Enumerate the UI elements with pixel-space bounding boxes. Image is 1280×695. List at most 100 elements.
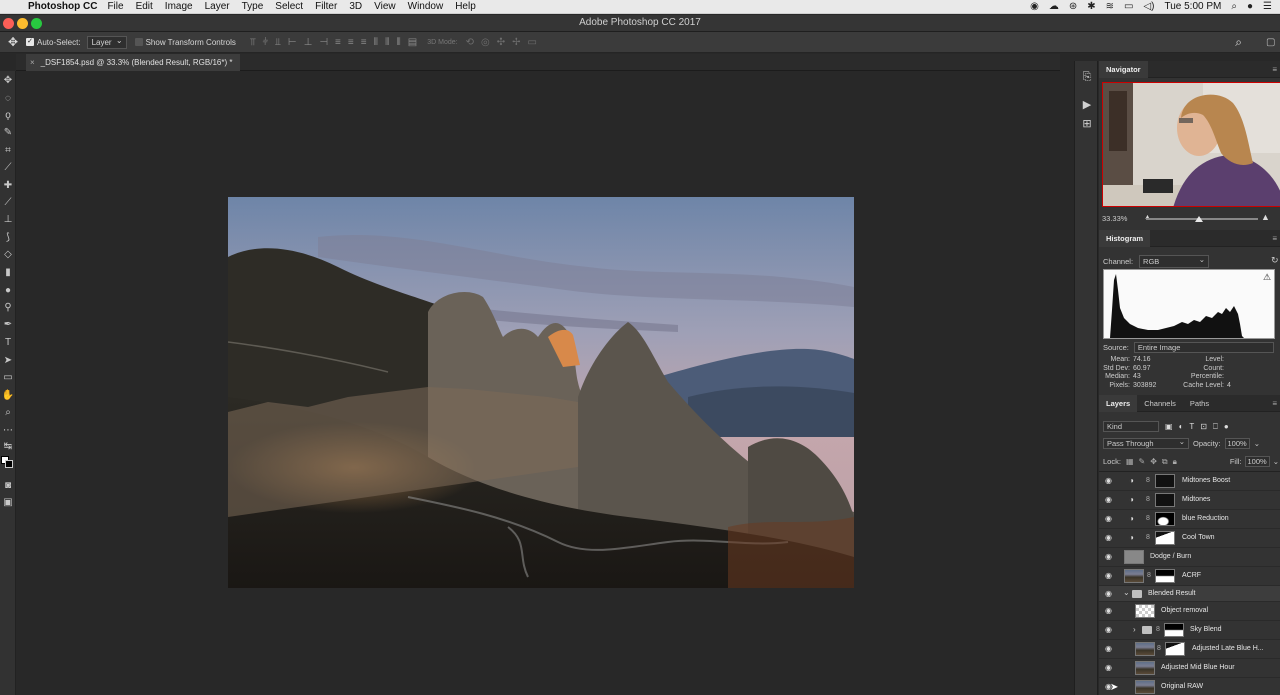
default-colors-icon[interactable]: ↹ [0, 441, 16, 453]
actions-play-icon[interactable]: ▶ [1075, 98, 1099, 111]
background-color-swatch[interactable] [5, 460, 13, 468]
tab-navigator[interactable]: Navigator [1099, 60, 1148, 78]
link-icon[interactable]: 8 [1157, 645, 1161, 652]
quick-mask-icon[interactable]: ◙ [0, 480, 16, 492]
auto-select-target-dropdown[interactable]: Layer [86, 35, 127, 49]
bluetooth-icon[interactable]: ✱ [1087, 1, 1095, 12]
creative-cloud-icon[interactable]: ⊛ [1069, 1, 1077, 12]
layer-row-original-raw[interactable]: ◉ Original RAW [1099, 678, 1280, 695]
visibility-eye-icon[interactable]: ◉ [1105, 606, 1112, 615]
align-vcenter-icon[interactable]: ⫩ [263, 37, 269, 48]
layer-thumbnail[interactable] [1124, 550, 1144, 564]
fill-field[interactable]: 100% [1244, 456, 1270, 467]
navigator-zoom-value[interactable]: 33.33% [1102, 214, 1136, 223]
source-dropdown[interactable]: Entire Image [1133, 342, 1274, 353]
crop-tool-icon[interactable]: ⌗ [0, 145, 16, 157]
navigator-preview[interactable] [1102, 82, 1280, 207]
user-avatar-icon[interactable]: ● [1247, 1, 1253, 12]
group-expanded-chevron-icon[interactable]: ⌄ [1123, 588, 1130, 597]
layer-row-acrf[interactable]: ◉ 8 ACRF [1099, 567, 1280, 586]
layer-row-dodge-burn[interactable]: ◉ Dodge / Burn [1099, 548, 1280, 567]
link-icon[interactable]: 8 [1146, 477, 1150, 484]
document-image[interactable] [228, 197, 854, 588]
visibility-eye-icon[interactable]: ◉ [1105, 552, 1112, 561]
wifi-icon[interactable]: ≋ [1106, 1, 1114, 12]
menu-3d[interactable]: 3D [349, 1, 362, 12]
visibility-eye-icon[interactable]: ◉ [1105, 625, 1112, 634]
channel-dropdown[interactable]: RGB [1139, 255, 1210, 268]
menu-edit[interactable]: Edit [136, 1, 153, 12]
edit-toolbar-icon[interactable]: ⋯ [0, 425, 16, 437]
quick-select-tool-icon[interactable]: ✎ [0, 127, 16, 139]
workspace-switcher-icon[interactable]: ▢ [1266, 37, 1280, 48]
lock-position-icon[interactable]: ✥ [1150, 457, 1157, 466]
tab-layers[interactable]: Layers [1099, 394, 1138, 412]
refresh-histogram-icon[interactable]: ↻ [1271, 255, 1279, 266]
rectangle-tool-icon[interactable]: ▭ [0, 372, 16, 384]
gradient-tool-icon[interactable]: ▮ [0, 267, 16, 279]
layer-mask-thumbnail[interactable] [1164, 623, 1184, 637]
menu-select[interactable]: Select [275, 1, 303, 12]
layer-group-blended-result[interactable]: ◉ ⌄ Blended Result [1099, 586, 1280, 602]
link-icon[interactable]: 8 [1146, 496, 1150, 503]
distribute-top-icon[interactable]: ≡ [335, 37, 341, 48]
filter-shape-icon[interactable]: ⊡ [1200, 422, 1207, 431]
lock-transparent-icon[interactable]: ▦ [1126, 457, 1134, 466]
layer-mask-thumbnail[interactable] [1155, 512, 1175, 526]
align-right-icon[interactable]: ⊣ [319, 37, 328, 48]
airplay-icon[interactable]: ▭ [1124, 1, 1133, 12]
panel-menu-icon[interactable]: ≡ [1272, 234, 1277, 243]
record-icon[interactable]: ◉ [1030, 1, 1039, 12]
move-tool-icon[interactable]: ✥ [0, 75, 16, 87]
tab-histogram[interactable]: Histogram [1099, 229, 1151, 247]
zoom-in-icon[interactable]: ▲ [1261, 212, 1270, 222]
clone-stamp-tool-icon[interactable]: ⊥ [0, 214, 16, 226]
link-icon[interactable]: 8 [1146, 534, 1150, 541]
layer-mask-thumbnail[interactable] [1165, 642, 1185, 656]
layer-mask-thumbnail[interactable] [1155, 569, 1175, 583]
layer-thumbnail[interactable] [1135, 604, 1155, 618]
screen-mode-icon[interactable]: ▣ [0, 497, 16, 509]
visibility-eye-icon[interactable]: ◉ [1105, 644, 1112, 653]
show-transform-controls-checkbox[interactable]: Show Transform Controls [134, 38, 236, 47]
3d-rotate-icon[interactable]: ⟲ [466, 37, 474, 48]
layer-mask-thumbnail[interactable] [1155, 493, 1175, 507]
align-bottom-icon[interactable]: ⫫ [275, 37, 281, 48]
notification-center-icon[interactable]: ☰ [1263, 1, 1272, 12]
path-selection-tool-icon[interactable]: ➤ [0, 355, 16, 367]
cloud-icon[interactable]: ☁ [1049, 1, 1059, 12]
filter-smart-object-icon[interactable]: ⎕ [1213, 422, 1218, 432]
document-tab[interactable]: × _DSF1854.psd @ 33.3% (Blended Result, … [26, 54, 241, 71]
lasso-tool-icon[interactable]: ϙ [0, 110, 16, 122]
zoom-tool-icon[interactable]: ⌕ [0, 407, 16, 419]
visibility-eye-icon[interactable]: ◉ [1105, 571, 1112, 580]
layer-thumbnail[interactable] [1124, 569, 1144, 583]
marquee-tool-icon[interactable]: ◌ [0, 93, 16, 105]
history-panel-icon[interactable]: ⎘ [1075, 71, 1099, 84]
layer-kind-filter-dropdown[interactable]: Kind [1103, 421, 1159, 432]
menu-view[interactable]: View [374, 1, 396, 12]
layer-thumbnail[interactable] [1135, 680, 1155, 694]
layer-thumbnail[interactable] [1135, 661, 1155, 675]
3d-scale-icon[interactable]: ▭ [528, 37, 537, 48]
dodge-tool-icon[interactable]: ⚲ [0, 302, 16, 314]
distribute-left-icon[interactable]: ⦀ [374, 37, 378, 48]
pen-tool-icon[interactable]: ✒ [0, 319, 16, 331]
menu-help[interactable]: Help [455, 1, 476, 12]
layer-row-adjusted-late-blue-hour[interactable]: ◉ 8 Adjusted Late Blue H... [1099, 640, 1280, 659]
visibility-eye-icon[interactable]: ◉ [1105, 663, 1112, 672]
layer-row-blue-reduction[interactable]: ◉ ◑ 8 blue Reduction [1099, 510, 1280, 529]
history-brush-tool-icon[interactable]: ⟆ [0, 232, 16, 244]
visibility-eye-icon[interactable]: ◉ [1105, 533, 1112, 542]
menu-image[interactable]: Image [165, 1, 193, 12]
3d-roll-icon[interactable]: ◎ [481, 37, 490, 48]
menu-clock[interactable]: Tue 5:00 PM [1164, 1, 1221, 12]
healing-brush-tool-icon[interactable]: ✚ [0, 180, 16, 192]
move-tool-preset-icon[interactable]: ✥ [0, 35, 26, 49]
layer-group-sky-blend[interactable]: ◉ › 8 Sky Blend [1099, 621, 1280, 640]
type-tool-icon[interactable]: T [0, 337, 16, 349]
visibility-eye-icon[interactable]: ◉ [1105, 589, 1112, 598]
properties-panel-icon[interactable]: ⊞ [1075, 117, 1099, 130]
hand-tool-icon[interactable]: ✋ [0, 390, 16, 402]
menu-filter[interactable]: Filter [315, 1, 337, 12]
